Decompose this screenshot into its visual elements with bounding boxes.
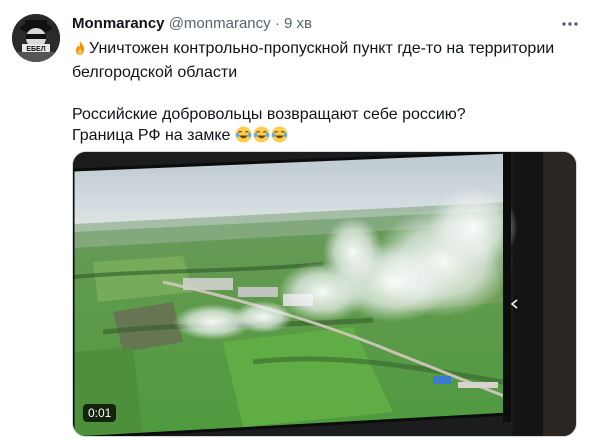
tweet-line-1-text: Уничтожен контрольно-пропускной пункт гд… <box>72 40 555 81</box>
author-name[interactable]: Monmarancy <box>72 15 165 32</box>
tweet-line-1: Уничтожен контрольно-пропускной пункт гд… <box>72 38 577 83</box>
aerial-smoke-video-thumbnail <box>73 152 576 436</box>
more-options-icon[interactable] <box>560 14 580 34</box>
svg-text:ЕБЕЛ: ЕБЕЛ <box>26 46 45 53</box>
tweet-card[interactable]: ЕБЕЛ Monmarancy @monmarancy · 9 хв Уничт… <box>0 0 592 439</box>
tweet-line-2: Российские добровольцы возвращают себе р… <box>72 106 466 123</box>
separator-dot: · <box>274 15 280 32</box>
tweet-line-3-text: Граница РФ на замке <box>72 127 231 144</box>
tweet-line-3: Граница РФ на замке <box>72 125 577 149</box>
tweet-header: Monmarancy @monmarancy · 9 хв <box>72 14 552 34</box>
video-timestamp: 0:01 <box>83 404 117 422</box>
fire-icon <box>72 40 88 62</box>
joy-emoji-icon <box>235 126 252 149</box>
joy-emoji-icon <box>271 126 288 149</box>
tweet-timestamp[interactable]: 9 хв <box>284 15 312 32</box>
author-avatar[interactable]: ЕБЕЛ <box>12 14 60 62</box>
video-player[interactable]: 0:01 <box>72 151 577 437</box>
joy-emoji-icon <box>253 126 270 149</box>
avatar-image: ЕБЕЛ <box>12 14 60 62</box>
tweet-text: Уничтожен контрольно-пропускной пункт гд… <box>72 38 577 149</box>
author-handle[interactable]: @monmarancy <box>169 15 271 32</box>
